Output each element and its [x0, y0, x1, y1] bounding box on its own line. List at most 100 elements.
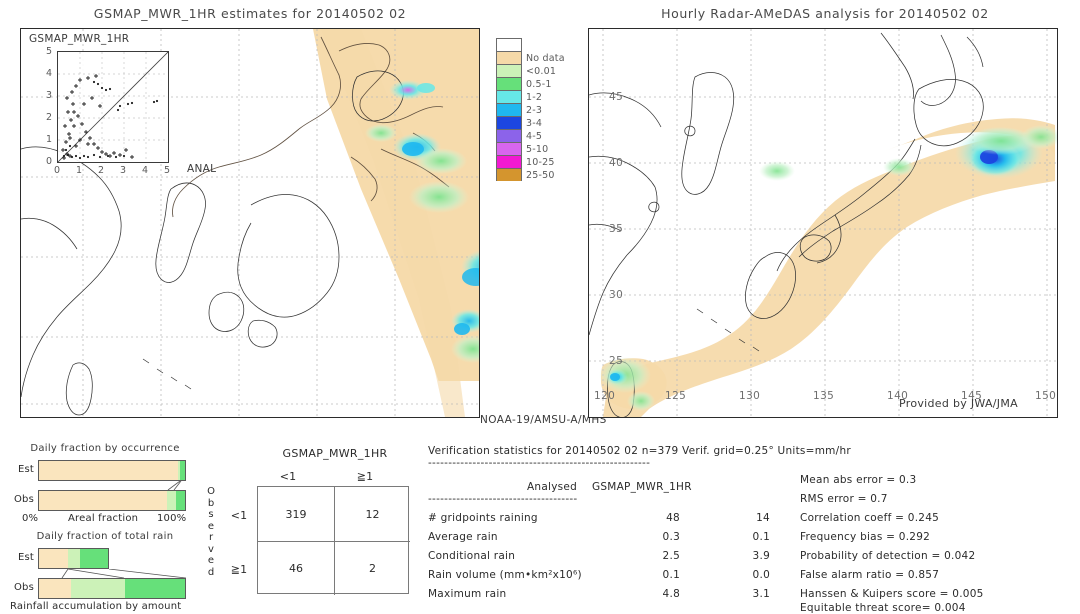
inset-xtick-3: 3 [120, 165, 127, 176]
bar-segment-0 [39, 549, 68, 568]
lat-tick-45: 45 [609, 91, 624, 103]
inset-ytick-2: 2 [46, 112, 53, 123]
barchart-2-bar-est[interactable] [38, 548, 109, 569]
inset-ytick-0: 0 [46, 156, 53, 167]
barchart-2-row-label-obs: Obs [13, 582, 34, 593]
inset-ytick-1: 1 [46, 134, 53, 145]
contingency-title: GSMAP_MWR_1HR [282, 447, 388, 460]
verification-score-1: RMS error = 0.7 [800, 493, 888, 505]
lon-tick-130: 130 [739, 390, 761, 402]
verification-row-label-4: Maximum rain [428, 588, 507, 600]
inset-xtick-5: 5 [164, 165, 171, 176]
colorbar-label-3: 0.5-1 [526, 79, 552, 90]
lon-tick-135: 135 [813, 390, 835, 402]
colorbar-swatch-8 [496, 142, 522, 155]
colorbar-swatch-3 [496, 77, 522, 90]
inset-ytick-5: 5 [46, 46, 53, 57]
bar-segment-1 [166, 491, 177, 510]
lat-tick-40: 40 [609, 157, 624, 169]
lon-tick-150: 150 [1035, 390, 1057, 402]
bar-segment-0 [39, 461, 179, 480]
lat-tick-25: 25 [609, 355, 624, 367]
colorbar-label-9: 10-25 [526, 157, 555, 168]
left-map[interactable]: GSMAP_MWR_1HR 5 4 3 2 1 0 0 1 2 3 4 5 AN… [20, 28, 480, 418]
contingency-cell-misses: 46 [289, 562, 303, 575]
colorbar-swatch-10 [496, 168, 522, 181]
observed-letter-d: d [207, 566, 215, 578]
left-panel-title: GSMAP_MWR_1HR estimates for 20140502 02 [93, 6, 407, 21]
bar-segment-2 [176, 491, 185, 510]
colorbar-label-1: No data [526, 53, 565, 64]
verification-row-label-3: Rain volume (mm•km²x10⁶) [428, 569, 582, 581]
barchart-1-row-label-obs: Obs [13, 494, 34, 505]
observed-letter-s: s [208, 509, 214, 520]
verification-divider-2: ------------------------------------- [428, 493, 578, 505]
barchart-1-title: Daily fraction by occurrence [30, 443, 180, 454]
observed-letter-r: r [208, 532, 214, 543]
verification-col-model: GSMAP_MWR_1HR [592, 481, 692, 493]
verification-row-label-2: Conditional rain [428, 550, 516, 562]
inset-xtick-0: 0 [54, 165, 61, 176]
verification-row-analysed-2: 2.5 [662, 550, 680, 562]
verification-row-model-1: 0.1 [752, 531, 770, 543]
right-map[interactable]: 45 40 35 30 25 Provided by JWA/JMA [588, 28, 1058, 418]
lat-tick-35: 35 [609, 223, 624, 235]
colorbar-swatch-7 [496, 129, 522, 142]
colorbar-label-2: <0.01 [526, 66, 557, 77]
verification-row-model-4: 3.1 [752, 588, 770, 600]
colorbar-swatch-1 [496, 51, 522, 64]
inset-scatter-graphic [57, 51, 169, 163]
colorbar-label-7: 4-5 [526, 131, 543, 142]
barchart-2-connector [61, 569, 186, 578]
colorbar-swatch-0 [496, 38, 522, 51]
verification-col-analysed: Analysed [527, 481, 577, 493]
barchart-1-bar-est[interactable] [38, 460, 186, 481]
verification-row-label-1: Average rain [428, 531, 498, 543]
barchart-1-axis-max: 100% [157, 513, 187, 524]
bar-segment-1 [67, 549, 81, 568]
inset-title: GSMAP_MWR_1HR [29, 33, 130, 45]
verification-row-model-0: 14 [756, 512, 770, 524]
verification-row-analysed-0: 48 [666, 512, 680, 524]
verification-score-6: Hanssen & Kuipers score = 0.005 [800, 588, 984, 600]
barchart-1-axis-min: 0% [22, 513, 39, 524]
lon-tick-145: 145 [961, 390, 983, 402]
bar-segment-0 [39, 579, 72, 598]
observed-letter-e: e [207, 520, 215, 532]
verification-row-model-3: 0.0 [752, 569, 770, 581]
inset-ytick-3: 3 [46, 90, 53, 101]
precip-colorbar[interactable]: No data <0.01 0.5-1 1-2 2-3 3-4 4-5 5-10… [496, 38, 576, 183]
observed-letter-e2: e [207, 555, 215, 566]
verification-divider-1: ----------------------------------------… [428, 457, 651, 469]
bar-segment-2 [179, 461, 185, 480]
verification-score-3: Frequency bias = 0.292 [800, 531, 931, 543]
barchart-2-bar-obs[interactable] [38, 578, 186, 599]
inset-scatter-plot[interactable] [57, 51, 169, 163]
barchart-1-connector [167, 481, 182, 490]
verification-row-analysed-4: 4.8 [662, 588, 680, 600]
lat-tick-30: 30 [609, 289, 624, 301]
verification-score-7: Equitable threat score= 0.004 [800, 602, 966, 614]
barchart-2-row-label-est: Est [17, 552, 34, 563]
bar-segment-0 [39, 491, 167, 510]
colorbar-swatch-5 [496, 103, 522, 116]
colorbar-label-8: 5-10 [526, 144, 549, 155]
contingency-grid[interactable]: 319 12 46 2 [257, 486, 410, 595]
barchart-1-row-label-est: Est [17, 464, 34, 475]
contingency-rowhdr-ge1: ≧1 [230, 563, 248, 576]
verification-header: Verification statistics for 20140502 02 … [428, 445, 851, 457]
lon-tick-120: 120 [594, 390, 616, 402]
contingency-cell-correct: 2 [369, 562, 376, 575]
observed-letter-v: v [208, 543, 214, 555]
inset-xtick-1: 1 [76, 165, 83, 176]
inset-xtick-4: 4 [142, 165, 149, 176]
contingency-rowhdr-lt1: <1 [230, 509, 248, 522]
barchart-1-bar-obs[interactable] [38, 490, 186, 511]
colorbar-swatch-2 [496, 64, 522, 77]
colorbar-label-5: 2-3 [526, 105, 543, 116]
verification-row-label-0: # gridpoints raining [428, 512, 538, 524]
bar-segment-2 [125, 579, 185, 598]
contingency-colhdr-lt1: <1 [279, 470, 297, 483]
verification-score-0: Mean abs error = 0.3 [800, 474, 917, 486]
verification-score-4: Probability of detection = 0.042 [800, 550, 976, 562]
